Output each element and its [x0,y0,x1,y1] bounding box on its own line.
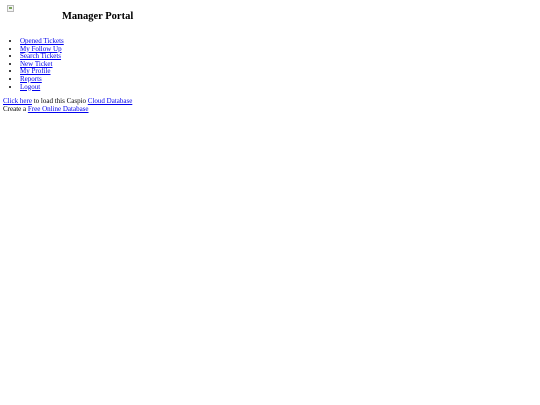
click-here-link[interactable]: Click here [3,97,32,105]
free-online-database-link[interactable]: Free Online Database [28,105,89,113]
page-title: Manager Portal [62,11,134,22]
caspio-load-text: to load this Caspio [31,97,88,105]
create-a-text: Create a [3,105,28,113]
nav-item-logout: Logout [20,83,64,92]
broken-image-icon [7,5,14,12]
nav-menu: Opened Tickets My Follow Up Search Ticke… [8,37,64,92]
logout-link[interactable]: Logout [20,83,40,91]
header: Manager Portal [7,5,207,27]
cloud-database-link[interactable]: Cloud Database [88,97,133,105]
create-database-line: Create a Free Online Database [3,105,89,113]
page: Manager Portal Opened Tickets My Follow … [0,0,540,405]
caspio-load-line: Click here to load this Caspio Cloud Dat… [3,97,132,105]
